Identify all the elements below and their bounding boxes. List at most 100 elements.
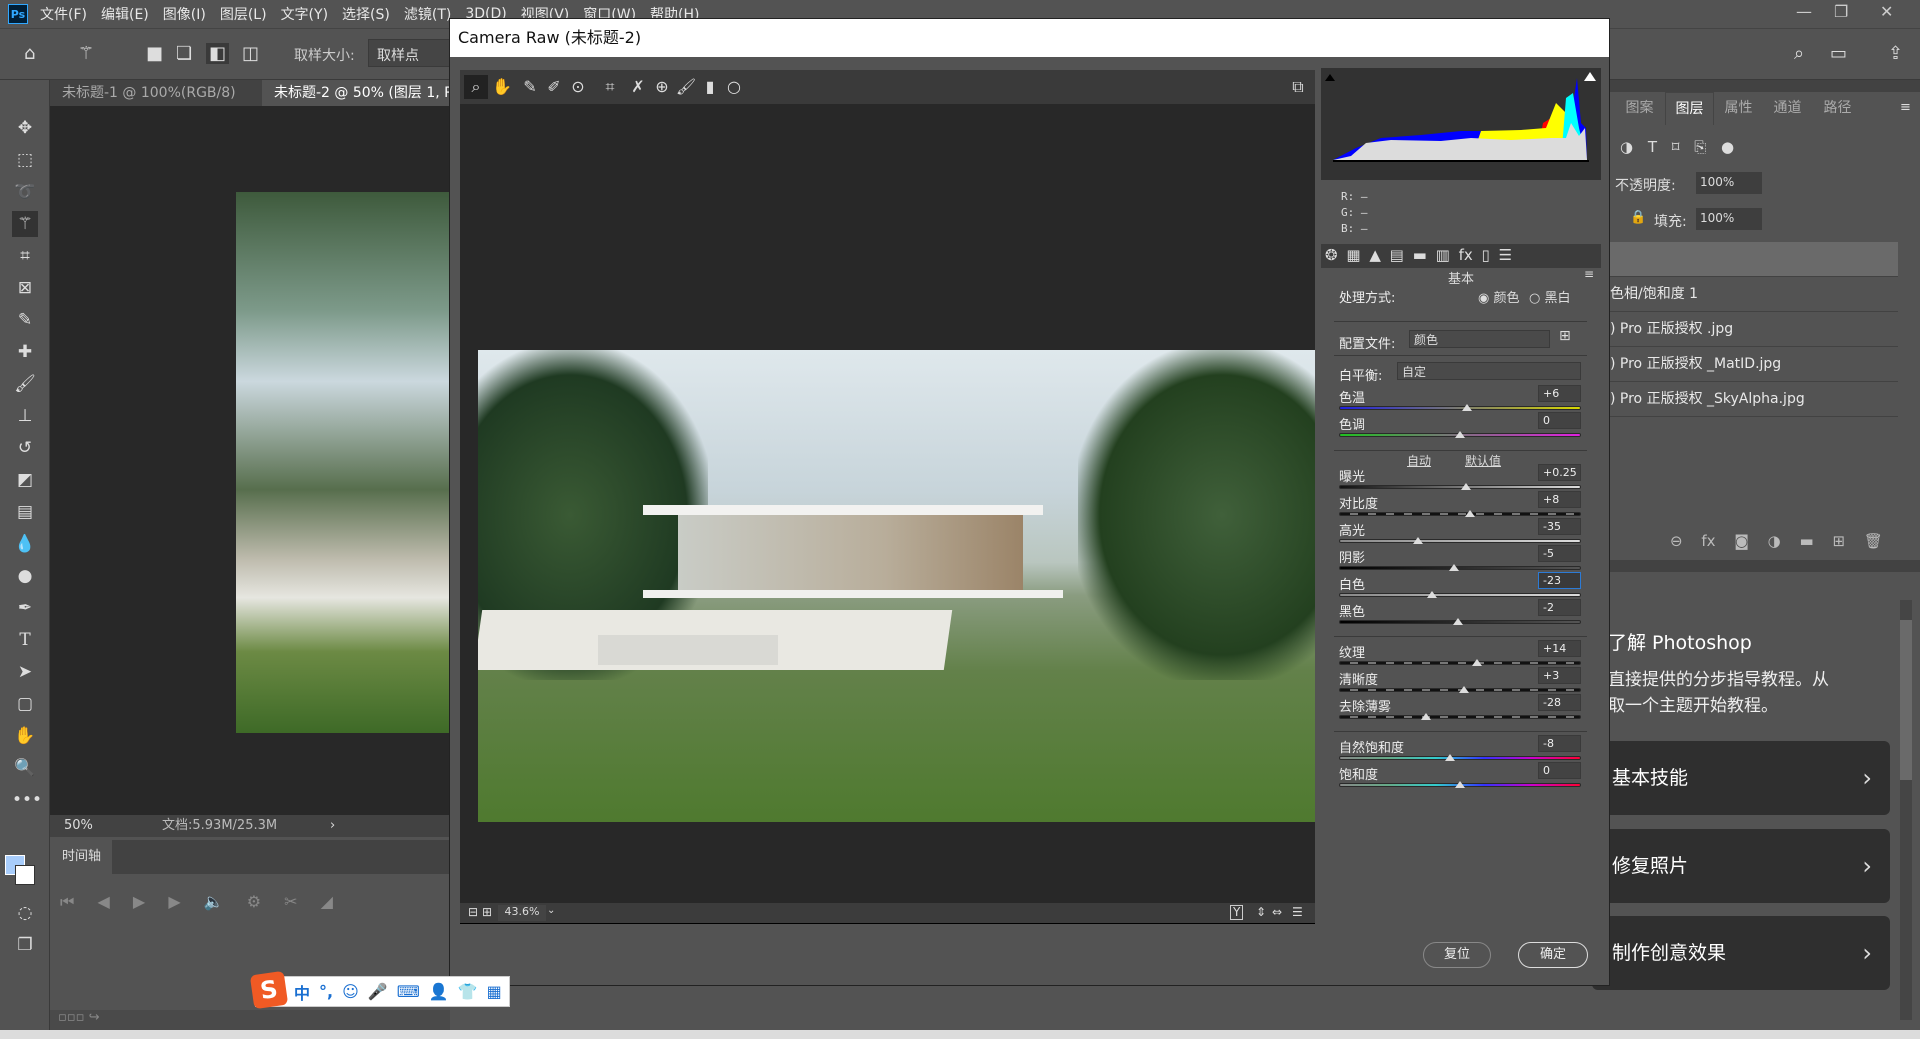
- shape-tool-icon[interactable]: ▢: [12, 691, 38, 717]
- fill-input[interactable]: 100%: [1696, 208, 1762, 230]
- tab-layers[interactable]: 图层: [1665, 92, 1714, 125]
- zoom-select[interactable]: 43.6%: [498, 905, 546, 921]
- slider-thumb[interactable]: [1455, 781, 1465, 788]
- search-icon[interactable]: ⌕: [1794, 43, 1804, 64]
- marquee-tool-icon[interactable]: ⬚: [12, 147, 38, 173]
- gradient-tool-icon[interactable]: ▤: [12, 499, 38, 525]
- zoom-out-icon[interactable]: ⊟: [468, 905, 478, 919]
- scrollbar[interactable]: [1900, 600, 1912, 1020]
- menu-layer[interactable]: 图层(L): [220, 4, 267, 24]
- pen-tool-icon[interactable]: ✒: [12, 595, 38, 621]
- emoji-icon[interactable]: ☺: [342, 982, 359, 1001]
- menu-edit[interactable]: 编辑(E): [101, 4, 149, 24]
- layer-row[interactable]: ) Pro 正版授权 _MatID.jpg: [1610, 347, 1898, 382]
- menu-type[interactable]: 文字(Y): [281, 4, 328, 24]
- slider-track[interactable]: [1339, 566, 1581, 570]
- slider-track[interactable]: [1339, 539, 1581, 543]
- keyboard-icon[interactable]: ⌨: [397, 982, 420, 1001]
- ime-mode[interactable]: 中: [294, 980, 310, 1004]
- slider-track[interactable]: [1339, 715, 1581, 719]
- slider-thumb[interactable]: [1421, 713, 1432, 720]
- chevron-down-icon[interactable]: ⌄: [547, 905, 555, 916]
- slider-track[interactable]: [1339, 661, 1581, 665]
- group-icon[interactable]: ▬: [1800, 532, 1814, 550]
- blur-tool-icon[interactable]: 💧: [12, 531, 38, 557]
- tab-paths[interactable]: 路径: [1813, 92, 1862, 125]
- zoom-tool-icon[interactable]: ⌕: [464, 75, 488, 99]
- zoom-tool-icon[interactable]: 🔍: [12, 755, 38, 781]
- targeted-adjust-icon[interactable]: ⊙: [566, 75, 590, 99]
- slider-value-input[interactable]: -23: [1538, 572, 1581, 589]
- toolbox-icon[interactable]: ▦: [487, 982, 502, 1001]
- slider-thumb[interactable]: [1455, 431, 1465, 438]
- timeline-tab[interactable]: 时间轴: [50, 840, 112, 874]
- zoom-in-icon[interactable]: ⊞: [482, 905, 492, 919]
- slider-value-input[interactable]: +8: [1538, 491, 1581, 508]
- learn-card-fix[interactable]: 修复照片 ›: [1592, 829, 1890, 903]
- layer-row-selected[interactable]: [1610, 242, 1898, 277]
- ime-punct[interactable]: °,: [319, 982, 333, 1001]
- copy-settings-icon[interactable]: ⇔: [1272, 905, 1282, 919]
- close-icon[interactable]: ✕: [1880, 2, 1893, 21]
- layer-row[interactable]: ) Pro 正版授权 _SkyAlpha.jpg: [1610, 382, 1898, 417]
- scissors-icon[interactable]: ✂: [284, 892, 297, 911]
- magic-wand-tool-icon[interactable]: ⚚: [12, 211, 38, 237]
- tab-document-1[interactable]: 未标题-1 @ 100%(RGB/8) ×: [50, 80, 260, 127]
- slider-value-input[interactable]: -2: [1538, 599, 1581, 616]
- profile-select[interactable]: 颜色: [1409, 330, 1550, 348]
- lock-icon[interactable]: 🔒: [1630, 210, 1646, 225]
- learn-card-basic[interactable]: 基本技能 ›: [1592, 741, 1890, 815]
- microphone-icon[interactable]: 🎤: [368, 982, 388, 1001]
- brush-tool-icon[interactable]: 🖌: [12, 371, 38, 397]
- type-tool-icon[interactable]: T: [12, 627, 38, 653]
- red-eye-icon[interactable]: ⊕: [650, 75, 674, 99]
- slider-thumb[interactable]: [1452, 618, 1463, 625]
- stamp-tool-icon[interactable]: ⊥: [12, 403, 38, 429]
- slider-thumb[interactable]: [1448, 564, 1459, 571]
- magic-wand-icon[interactable]: ⚚: [78, 43, 94, 64]
- layer-row[interactable]: 色相/饱和度 1: [1610, 277, 1898, 312]
- slider-value-input[interactable]: 0: [1538, 762, 1581, 779]
- play-icon[interactable]: ▶: [133, 892, 145, 911]
- layer-row[interactable]: ) Pro 正版授权 .jpg: [1610, 312, 1898, 347]
- hand-tool-icon[interactable]: ✋: [490, 75, 514, 99]
- slider-value-input[interactable]: -28: [1538, 694, 1581, 711]
- screen-mode-icon[interactable]: ❐: [12, 932, 38, 958]
- background-color-swatch[interactable]: [15, 865, 35, 885]
- fx-icon[interactable]: fx: [1701, 532, 1715, 550]
- reset-button[interactable]: 复位: [1423, 942, 1491, 968]
- learn-card-creative[interactable]: 制作创意效果 ›: [1592, 916, 1890, 990]
- share-icon[interactable]: ⇪: [1888, 43, 1903, 64]
- menu-image[interactable]: 图像(I): [163, 4, 206, 24]
- opacity-input[interactable]: 100%: [1696, 172, 1762, 194]
- convert-icon[interactable]: ↪: [89, 1010, 100, 1025]
- white-balance-select[interactable]: 自定: [1397, 362, 1581, 380]
- preview-settings-icon[interactable]: ☰: [1292, 905, 1303, 919]
- lasso-tool-icon[interactable]: ➰: [12, 179, 38, 205]
- slider-track[interactable]: [1339, 406, 1581, 410]
- slider-track[interactable]: [1339, 512, 1581, 516]
- color-sampler-icon[interactable]: ✐: [542, 75, 566, 99]
- trash-icon[interactable]: 🗑: [1864, 532, 1883, 550]
- first-frame-icon[interactable]: ⏮: [60, 892, 74, 911]
- treatment-bw-radio[interactable]: ○ 黑白: [1529, 287, 1571, 306]
- auto-link[interactable]: 自动: [1407, 452, 1431, 469]
- layer-actions[interactable]: ⊖ fx ◙ ◑ ▬ ⊞ 🗑: [1670, 532, 1883, 550]
- menu-select[interactable]: 选择(S): [342, 4, 390, 24]
- open-preferences-icon[interactable]: ⧉: [1286, 75, 1310, 99]
- panel-menu-icon[interactable]: ≡: [1900, 100, 1911, 115]
- slider-value-input[interactable]: -5: [1538, 545, 1581, 562]
- add-selection-icon[interactable]: ❏: [176, 43, 192, 64]
- swap-icon[interactable]: ⇕: [1256, 905, 1266, 919]
- quick-mask-icon[interactable]: ◌: [12, 900, 38, 926]
- home-icon[interactable]: ⌂: [24, 43, 35, 64]
- crop-tool-icon[interactable]: ⌗: [12, 243, 38, 269]
- slider-thumb[interactable]: [1412, 537, 1423, 544]
- slider-value-input[interactable]: -8: [1538, 735, 1581, 752]
- layer-filter-icons[interactable]: ◑ T ⌑ ⎘ ●: [1620, 138, 1734, 156]
- transition-icon[interactable]: ◢: [321, 892, 333, 911]
- treatment-color-radio[interactable]: ◉ 颜色: [1478, 287, 1520, 306]
- more-tools-icon[interactable]: •••: [12, 787, 42, 813]
- user-icon[interactable]: 👤: [429, 982, 449, 1001]
- slider-value-input[interactable]: 0: [1538, 412, 1581, 429]
